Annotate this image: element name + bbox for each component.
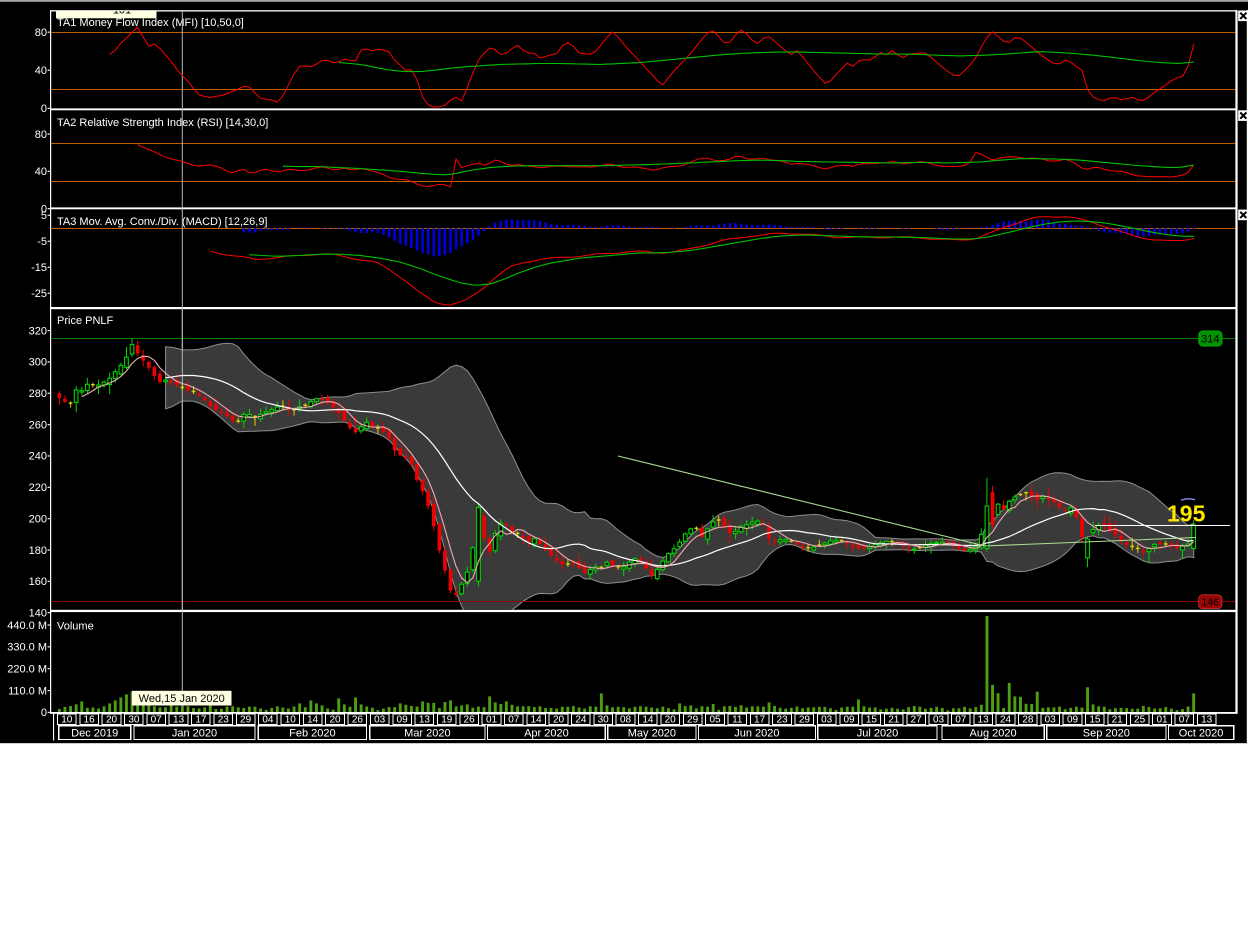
svg-text:314: 314 xyxy=(1201,334,1219,346)
svg-text:TA2 Relative Strength Index (R: TA2 Relative Strength Index (RSI) [14,30… xyxy=(57,117,268,129)
svg-text:180: 180 xyxy=(29,545,47,557)
svg-text:Aug 2020: Aug 2020 xyxy=(970,727,1017,739)
svg-text:240: 240 xyxy=(29,451,47,463)
svg-text:16: 16 xyxy=(84,715,96,726)
svg-text:0: 0 xyxy=(41,103,47,115)
svg-text:80: 80 xyxy=(35,129,47,141)
svg-text:29: 29 xyxy=(799,715,811,726)
svg-text:04: 04 xyxy=(262,715,274,726)
svg-text:Wed,15 Jan 2020: Wed,15 Jan 2020 xyxy=(139,693,225,705)
svg-text:08: 08 xyxy=(620,715,632,726)
svg-text:160: 160 xyxy=(29,576,47,588)
svg-text:110.0 M: 110.0 M xyxy=(8,685,47,697)
svg-text:-25: -25 xyxy=(31,288,47,300)
svg-text:146: 146 xyxy=(1201,597,1219,609)
svg-text:TA3 Mov. Avg. Conv./Div. (MACD: TA3 Mov. Avg. Conv./Div. (MACD) [12,26,9… xyxy=(57,216,268,228)
svg-text:80: 80 xyxy=(35,27,47,39)
svg-text:07: 07 xyxy=(955,715,967,726)
svg-text:Jul 2020: Jul 2020 xyxy=(857,727,899,739)
svg-text:Feb 2020: Feb 2020 xyxy=(289,727,335,739)
svg-text:14: 14 xyxy=(642,715,654,726)
svg-text:TA1 Money Flow Index (MFI) [10: TA1 Money Flow Index (MFI) [10,50,0] xyxy=(57,17,244,29)
svg-text:Jun 2020: Jun 2020 xyxy=(734,727,779,739)
svg-text:300: 300 xyxy=(29,357,47,369)
svg-text:09: 09 xyxy=(1067,715,1079,726)
svg-text:13: 13 xyxy=(419,715,431,726)
svg-text:13: 13 xyxy=(173,715,185,726)
svg-text:20: 20 xyxy=(553,715,565,726)
svg-text:17: 17 xyxy=(754,715,766,726)
svg-text:5: 5 xyxy=(41,210,47,222)
svg-text:03: 03 xyxy=(374,715,386,726)
svg-text:01: 01 xyxy=(486,715,498,726)
svg-text:07: 07 xyxy=(151,715,163,726)
svg-text:29: 29 xyxy=(240,715,252,726)
svg-text:25: 25 xyxy=(1134,715,1146,726)
svg-text:40: 40 xyxy=(35,65,47,77)
svg-text:Mar 2020: Mar 2020 xyxy=(404,727,450,739)
svg-text:03: 03 xyxy=(821,715,833,726)
svg-text:27: 27 xyxy=(911,715,923,726)
svg-text:19: 19 xyxy=(441,715,453,726)
svg-text:29: 29 xyxy=(687,715,699,726)
svg-text:Volume: Volume xyxy=(57,620,94,632)
svg-text:Jan 2020: Jan 2020 xyxy=(172,727,217,739)
svg-text:320: 320 xyxy=(29,325,47,337)
svg-text:03: 03 xyxy=(933,715,945,726)
svg-text:07: 07 xyxy=(508,715,520,726)
svg-text:24: 24 xyxy=(575,715,587,726)
svg-text:-5: -5 xyxy=(37,236,47,248)
svg-text:26: 26 xyxy=(352,715,364,726)
svg-text:140: 140 xyxy=(29,607,47,619)
svg-text:11: 11 xyxy=(732,715,743,726)
svg-text:23: 23 xyxy=(218,715,230,726)
svg-text:-15: -15 xyxy=(31,262,47,274)
svg-text:195: 195 xyxy=(1167,501,1206,527)
svg-text:200: 200 xyxy=(29,513,47,525)
svg-text:220.0 M: 220.0 M xyxy=(7,663,47,675)
svg-text:40: 40 xyxy=(35,166,47,178)
svg-text:Price PNLF: Price PNLF xyxy=(57,315,114,327)
svg-text:21: 21 xyxy=(888,715,900,726)
svg-text:26: 26 xyxy=(464,715,476,726)
svg-text:28: 28 xyxy=(1022,715,1034,726)
svg-text:260: 260 xyxy=(29,419,47,431)
svg-text:14: 14 xyxy=(307,715,319,726)
svg-text:15: 15 xyxy=(1089,715,1101,726)
svg-text:01: 01 xyxy=(1156,715,1168,726)
svg-text:20: 20 xyxy=(665,715,677,726)
svg-text:21: 21 xyxy=(1112,715,1124,726)
svg-text:09: 09 xyxy=(843,715,855,726)
svg-text:24: 24 xyxy=(1000,715,1012,726)
svg-text:330.0 M: 330.0 M xyxy=(7,642,47,654)
svg-text:10: 10 xyxy=(285,715,297,726)
svg-text:20: 20 xyxy=(329,715,341,726)
svg-text:0: 0 xyxy=(41,707,47,719)
svg-text:13: 13 xyxy=(978,715,990,726)
svg-text:05: 05 xyxy=(709,715,721,726)
svg-text:280: 280 xyxy=(29,388,47,400)
svg-text:15: 15 xyxy=(866,715,878,726)
svg-text:13: 13 xyxy=(1201,715,1213,726)
svg-text:17: 17 xyxy=(195,715,207,726)
svg-text:Dec 2019: Dec 2019 xyxy=(71,727,118,739)
svg-text:Sep 2020: Sep 2020 xyxy=(1083,727,1130,739)
svg-text:20: 20 xyxy=(106,715,118,726)
svg-text:30: 30 xyxy=(128,715,140,726)
svg-text:440.0 M: 440.0 M xyxy=(7,620,47,632)
svg-text:07: 07 xyxy=(1179,715,1191,726)
svg-text:Apr 2020: Apr 2020 xyxy=(524,727,569,739)
svg-text:09: 09 xyxy=(397,715,409,726)
svg-text:23: 23 xyxy=(776,715,788,726)
svg-text:May 2020: May 2020 xyxy=(628,727,676,739)
svg-text:30: 30 xyxy=(598,715,610,726)
svg-text:10: 10 xyxy=(61,715,73,726)
svg-text:03: 03 xyxy=(1045,715,1057,726)
svg-text:14: 14 xyxy=(531,715,543,726)
svg-text:Oct 2020: Oct 2020 xyxy=(1179,727,1224,739)
svg-text:220: 220 xyxy=(29,482,47,494)
